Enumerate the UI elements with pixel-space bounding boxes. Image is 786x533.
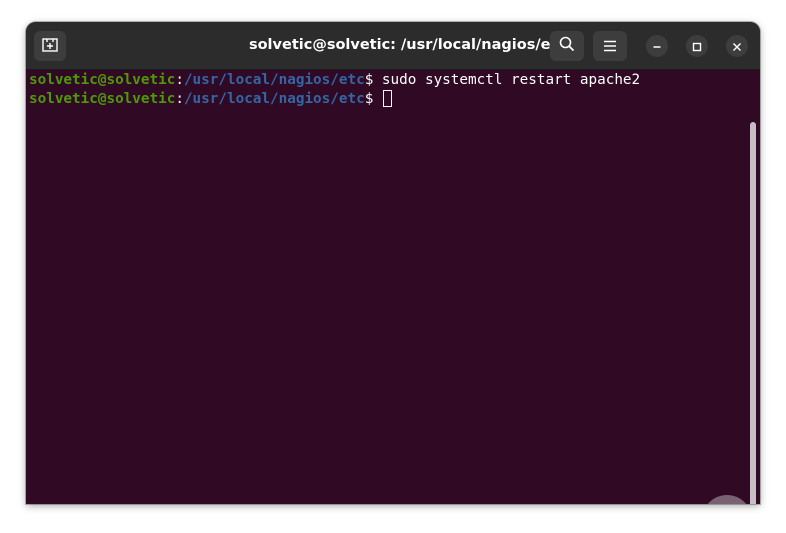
solvetic-logo-icon (702, 495, 752, 504)
terminal-line: solvetic@solvetic:/usr/local/nagios/etc$ (29, 90, 392, 109)
prompt-path: /usr/local/nagios/etc (183, 91, 365, 107)
new-tab-button[interactable] (34, 31, 66, 61)
terminal-line: solvetic@solvetic:/usr/local/nagios/etc$… (29, 71, 640, 90)
search-button[interactable] (550, 31, 584, 61)
maximize-button[interactable] (686, 35, 708, 57)
terminal-output[interactable]: solvetic@solvetic:/usr/local/nagios/etc$… (26, 70, 760, 504)
prompt-symbol: $ (364, 72, 382, 88)
text-cursor (382, 90, 392, 107)
window-title: solvetic@solvetic: /usr/local/nagios/etc (248, 37, 566, 53)
prompt-user-host: solvetic@solvetic (29, 91, 176, 107)
scrollbar[interactable] (750, 122, 756, 504)
close-icon (732, 37, 742, 56)
prompt-separator: : (175, 91, 184, 107)
prompt-path: /usr/local/nagios/etc (183, 72, 365, 88)
menu-button[interactable] (593, 31, 627, 61)
minimize-button[interactable] (646, 35, 668, 57)
prompt-user-host: solvetic@solvetic (29, 72, 176, 88)
hamburger-menu-icon (603, 37, 617, 56)
terminal-window: solvetic@solvetic: /usr/local/nagios/etc (26, 22, 760, 504)
minimize-icon (652, 37, 662, 56)
search-icon (559, 36, 575, 56)
new-tab-icon (42, 37, 58, 56)
command-text: sudo systemctl restart apache2 (381, 72, 641, 88)
title-bar: solvetic@solvetic: /usr/local/nagios/etc (26, 22, 760, 70)
maximize-icon (692, 37, 702, 56)
prompt-symbol: $ (364, 91, 382, 107)
prompt-separator: : (175, 72, 184, 88)
close-button[interactable] (726, 35, 748, 57)
